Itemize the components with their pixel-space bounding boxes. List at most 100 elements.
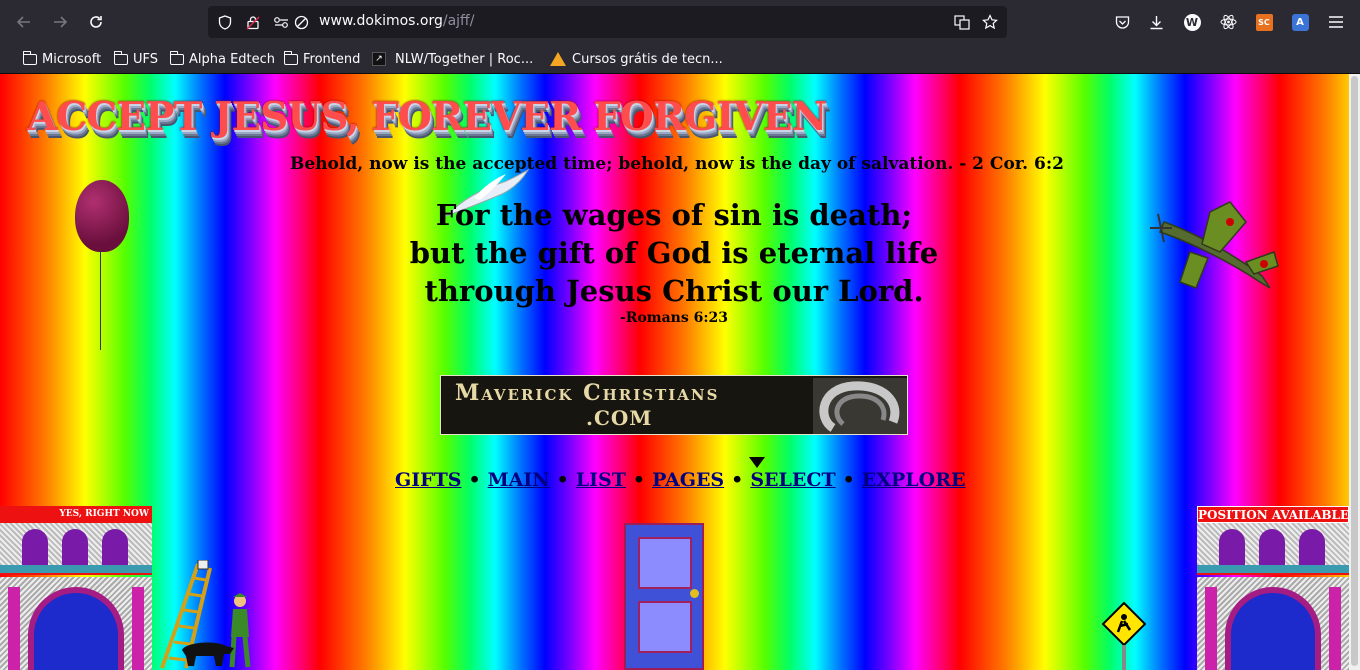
bookmark-label: Microsoft bbox=[42, 51, 102, 67]
extension-sc-button[interactable]: SC bbox=[1253, 11, 1275, 33]
main-verse: For the wages of sin is death; but the g… bbox=[340, 196, 1008, 310]
nav-separator: • bbox=[632, 469, 646, 491]
extension-w-icon: W bbox=[1183, 13, 1201, 31]
large-arch bbox=[1225, 587, 1321, 670]
pillar bbox=[8, 587, 20, 670]
page-scrollbar[interactable] bbox=[1349, 74, 1360, 670]
nav-separator: • bbox=[556, 469, 569, 491]
bookmark-folder-microsoft[interactable]: Microsoft bbox=[22, 49, 102, 69]
bookmark-label: UFS bbox=[133, 51, 159, 67]
bookmark-folder-frontend[interactable]: Frontend bbox=[283, 49, 361, 69]
downloads-icon[interactable] bbox=[1145, 11, 1167, 33]
airplane-icon bbox=[1150, 201, 1279, 289]
nav-separator: • bbox=[731, 469, 744, 491]
small-arch bbox=[102, 529, 128, 565]
maverick-christians-banner[interactable]: Maverick Christians .COM bbox=[440, 375, 908, 435]
forward-button[interactable] bbox=[46, 8, 74, 36]
small-arch bbox=[1259, 529, 1285, 565]
url-text[interactable]: www.dokimos.org/ajff/ bbox=[319, 13, 474, 29]
nav-pages-link[interactable]: PAGES bbox=[652, 469, 724, 491]
reload-button[interactable] bbox=[82, 8, 110, 36]
page-banner-title: ACCEPT JESUS, FOREVER FORGIVEN bbox=[27, 94, 827, 140]
nav-explore-link[interactable]: EXPLORE bbox=[862, 469, 966, 491]
maverick-domain: .COM bbox=[586, 406, 653, 430]
bear-icon bbox=[182, 642, 234, 666]
folder-icon bbox=[283, 50, 298, 65]
scrollbar-thumb[interactable] bbox=[1351, 76, 1358, 666]
right-building-sign: POSITION AVAILABLE bbox=[1197, 506, 1349, 523]
nav-list-link[interactable]: LIST bbox=[576, 469, 626, 491]
translate-extension-icon: A bbox=[1291, 13, 1309, 31]
permissions-icon[interactable] bbox=[272, 13, 290, 31]
pillar bbox=[132, 587, 144, 670]
bookmark-label: NLW/Together | Roc... bbox=[395, 51, 534, 67]
building-facade bbox=[1197, 523, 1349, 565]
folder-icon bbox=[113, 50, 128, 65]
shield-icon[interactable] bbox=[216, 13, 234, 31]
bookmark-star-icon[interactable] bbox=[981, 13, 999, 31]
door-panel bbox=[638, 537, 692, 589]
tracking-blocked-icon[interactable] bbox=[292, 13, 310, 31]
back-button[interactable] bbox=[10, 8, 38, 36]
nav-main-link[interactable]: MAIN bbox=[488, 469, 550, 491]
verse-reference: -Romans 6:23 bbox=[620, 310, 728, 326]
horseshoe-icon bbox=[813, 378, 907, 434]
url-host: www.dokimos.org bbox=[319, 13, 443, 29]
translate-page-icon[interactable] bbox=[953, 13, 971, 31]
browser-toolbar: www.dokimos.org/ajff/ W SC A bbox=[0, 0, 1360, 44]
pillar bbox=[1329, 587, 1341, 670]
pocket-icon[interactable] bbox=[1111, 11, 1133, 33]
small-arch bbox=[1299, 529, 1325, 565]
extension-w-button[interactable]: W bbox=[1181, 11, 1203, 33]
entry-door[interactable] bbox=[624, 523, 704, 670]
small-arch bbox=[62, 529, 88, 565]
small-arch bbox=[22, 529, 48, 565]
hamburger-menu-icon bbox=[1329, 16, 1343, 28]
triangle-pointer-icon bbox=[749, 457, 765, 468]
nav-separator: • bbox=[842, 469, 855, 491]
building-band bbox=[1197, 565, 1349, 575]
folder-icon bbox=[22, 50, 37, 65]
door-panel bbox=[638, 601, 692, 653]
extension-translate-button[interactable]: A bbox=[1289, 11, 1311, 33]
left-building-sign: YES, RIGHT NOW bbox=[0, 506, 152, 523]
right-building[interactable]: POSITION AVAILABLE bbox=[1197, 506, 1349, 670]
extension-sc-icon: SC bbox=[1255, 13, 1273, 31]
nav-separator: • bbox=[468, 469, 481, 491]
bookmark-cursos-gratis[interactable]: Cursos grátis de tecn... bbox=[550, 49, 723, 69]
url-bar[interactable]: www.dokimos.org/ajff/ bbox=[208, 6, 1007, 38]
scripture-subtitle: Behold, now is the accepted time; behold… bbox=[290, 154, 1064, 174]
verse-line: For the wages of sin is death; bbox=[435, 198, 913, 232]
web-page: ACCEPT JESUS, FOREVER FORGIVEN Behold, n… bbox=[0, 74, 1349, 670]
react-devtools-icon[interactable] bbox=[1217, 11, 1239, 33]
large-arch bbox=[28, 587, 124, 670]
bookmark-folder-alpha-edtech[interactable]: Alpha Edtech bbox=[169, 49, 275, 69]
building-band bbox=[0, 565, 152, 575]
building-base bbox=[1197, 577, 1349, 670]
forward-arrow-icon bbox=[54, 16, 68, 28]
small-arch bbox=[1219, 529, 1245, 565]
nav-gifts-link[interactable]: GIFTS bbox=[395, 469, 461, 491]
pillar bbox=[1205, 587, 1217, 670]
left-building[interactable]: YES, RIGHT NOW bbox=[0, 506, 152, 670]
balloon-icon bbox=[75, 180, 129, 252]
maverick-title: Maverick Christians bbox=[455, 380, 720, 406]
nlw-favicon-icon: ↗ bbox=[372, 52, 386, 66]
bookmark-label: Frontend bbox=[303, 51, 361, 67]
building-facade bbox=[0, 523, 152, 565]
door-knob bbox=[690, 589, 699, 598]
insecure-lock-icon[interactable] bbox=[244, 13, 262, 31]
site-navigation: GIFTS • MAIN • LIST • PAGES • SELECT • EXPLORE bbox=[395, 469, 995, 491]
verse-line: but the gift of God is eternal life bbox=[409, 236, 939, 270]
balloon-string bbox=[100, 250, 101, 350]
building-base bbox=[0, 577, 152, 670]
bookmark-folder-ufs[interactable]: UFS bbox=[113, 49, 159, 69]
cursos-favicon-icon bbox=[550, 52, 566, 66]
folder-icon bbox=[169, 50, 184, 65]
app-menu-button[interactable] bbox=[1325, 11, 1347, 33]
bookmark-nlw-together[interactable]: ↗ NLW/Together | Roc... bbox=[372, 49, 533, 69]
verse-line: through Jesus Christ our Lord. bbox=[424, 274, 924, 308]
nav-select-link[interactable]: SELECT bbox=[750, 469, 835, 491]
construction-sign-icon bbox=[1102, 602, 1146, 670]
bookmark-label: Cursos grátis de tecn... bbox=[572, 51, 723, 67]
